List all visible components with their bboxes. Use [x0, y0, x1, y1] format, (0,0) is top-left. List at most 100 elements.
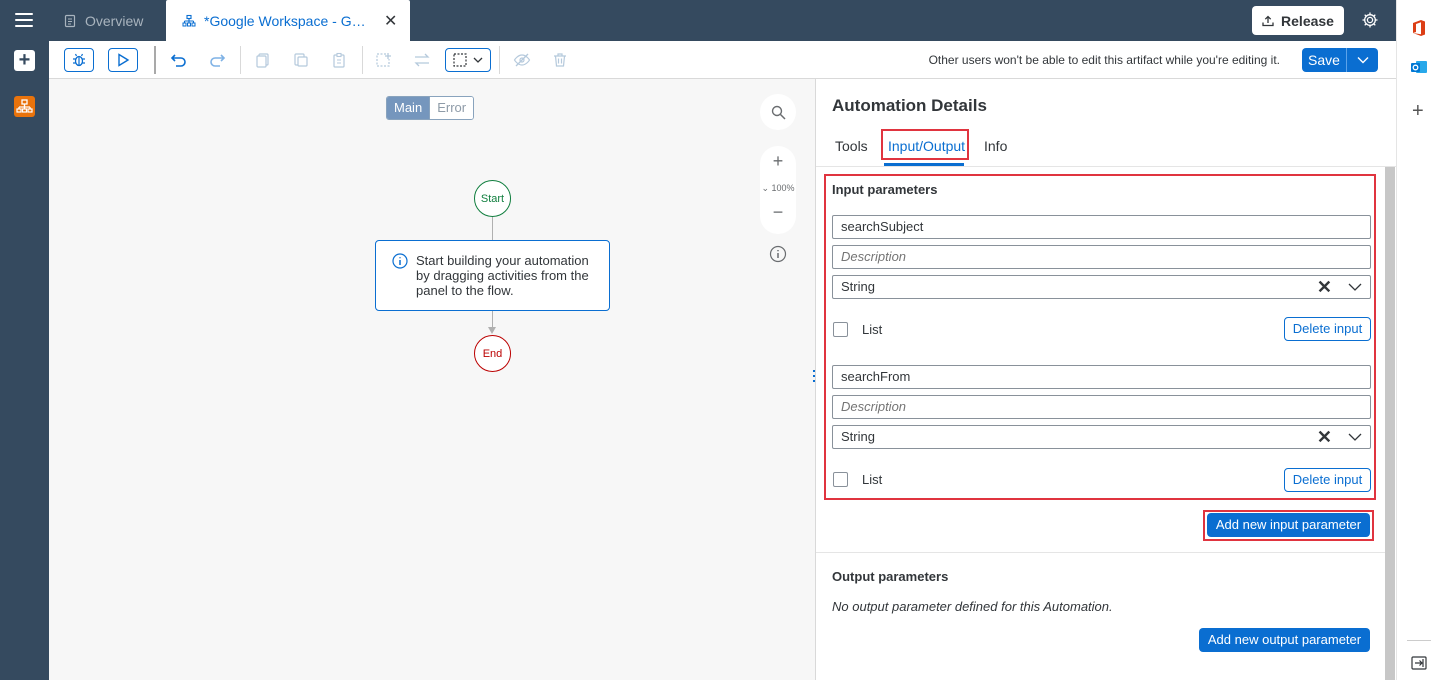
input-parameters-title: Input parameters — [832, 182, 938, 197]
list-label: List — [862, 472, 883, 487]
flow-canvas[interactable]: Main Error Start Start building your aut… — [49, 79, 815, 680]
zoom-out-icon[interactable]: − — [760, 202, 796, 223]
add-output-parameter-button[interactable]: Add new output parameter — [1199, 628, 1370, 652]
create-icon[interactable]: + — [14, 50, 35, 71]
info-icon — [392, 253, 408, 269]
list-checkbox[interactable] — [833, 322, 848, 337]
settings-gear-icon[interactable] — [1361, 11, 1379, 29]
automation-details-panel: Automation Details Tools Input/Output In… — [815, 79, 1396, 680]
selection-mode-dropdown[interactable] — [445, 48, 491, 72]
zoom-control: + ⌄ 100% − — [760, 146, 796, 234]
automation-icon — [182, 14, 196, 26]
undo-icon[interactable] — [170, 51, 188, 69]
segment-main[interactable]: Main — [387, 97, 430, 119]
hint-text: Start building your automation by draggi… — [416, 253, 589, 298]
parameter-name-input[interactable]: searchFrom — [832, 365, 1371, 389]
output-parameters-title: Output parameters — [832, 569, 949, 584]
hide-icon[interactable] — [513, 51, 531, 69]
connector-line — [492, 217, 493, 240]
swap-icon[interactable] — [413, 51, 431, 69]
release-button[interactable]: Release — [1252, 6, 1344, 35]
canvas-info-icon[interactable] — [769, 245, 787, 263]
toolbar-divider — [362, 46, 363, 74]
selected-tab-indicator — [884, 163, 964, 166]
canvas-search-button[interactable] — [760, 94, 796, 130]
parameter-description-input[interactable]: Description — [832, 245, 1371, 269]
office-add-in-strip: + — [1396, 0, 1440, 680]
tab-automation-label: *Google Workspace - Gmail Automation — [204, 12, 376, 29]
lock-message: Other users won't be able to edit this a… — [928, 53, 1280, 67]
play-icon — [118, 53, 130, 67]
outlook-icon[interactable] — [1410, 58, 1428, 76]
redo-icon[interactable] — [208, 51, 226, 69]
start-node[interactable]: Start — [474, 180, 511, 217]
start-label: Start — [480, 192, 505, 205]
debug-button[interactable] — [64, 48, 94, 72]
delete-icon[interactable] — [551, 51, 569, 69]
clear-icon[interactable]: ✕ — [1317, 276, 1332, 298]
end-node[interactable]: End — [474, 335, 511, 372]
toolbar-divider — [499, 46, 500, 74]
save-button-group: Save — [1302, 48, 1378, 72]
connector-line — [492, 311, 493, 328]
upload-icon — [1262, 15, 1274, 26]
top-bar: Overview *Google Workspace - Gmail Autom… — [49, 0, 1396, 41]
save-options-button[interactable] — [1347, 48, 1378, 72]
tab-highlight-box — [881, 129, 969, 160]
toolbar-divider — [240, 46, 241, 74]
no-output-message: No output parameter defined for this Aut… — [832, 599, 1113, 614]
parameter-type-value: String — [841, 279, 875, 294]
chevron-down-icon — [1357, 57, 1368, 64]
panel-title: Automation Details — [832, 96, 987, 115]
search-icon — [771, 105, 786, 120]
document-icon — [64, 14, 76, 27]
zoom-level-value: 100% — [771, 183, 795, 193]
connector-arrow — [488, 327, 496, 334]
section-divider — [816, 552, 1385, 553]
tab-overview-label: Overview — [85, 12, 144, 29]
tab-overview[interactable]: Overview — [63, 0, 143, 41]
delete-input-button[interactable]: Delete input — [1284, 317, 1371, 341]
editor-toolbar: Other users won't be able to edit this a… — [49, 41, 1396, 79]
tab-tools[interactable]: Tools — [835, 138, 868, 154]
empty-flow-hint: Start building your automation by draggi… — [375, 240, 610, 311]
bug-icon — [73, 53, 85, 67]
marquee-select-icon — [453, 53, 467, 67]
expand-panel-icon[interactable] — [1411, 656, 1427, 670]
paste-icon[interactable] — [330, 51, 348, 69]
parameter-type-select[interactable]: String ✕ — [832, 425, 1371, 449]
chevron-down-icon[interactable] — [1348, 282, 1362, 292]
save-label: Save — [1308, 52, 1340, 68]
parameter-type-value: String — [841, 429, 875, 444]
delete-input-button[interactable]: Delete input — [1284, 468, 1371, 492]
copy-icon[interactable] — [254, 51, 272, 69]
clear-icon[interactable]: ✕ — [1317, 426, 1332, 448]
tab-automation[interactable]: *Google Workspace - Gmail Automation ✕ — [166, 0, 410, 41]
panel-scrollbar[interactable] — [1385, 167, 1395, 680]
zoom-in-icon[interactable]: + — [760, 151, 796, 172]
toolbar-divider — [154, 46, 156, 74]
chevron-down-icon[interactable] — [1348, 432, 1362, 442]
parameter-description-input[interactable]: Description — [832, 395, 1371, 419]
close-tab-icon[interactable]: ✕ — [384, 11, 397, 31]
run-button[interactable] — [108, 48, 138, 72]
parameter-type-select[interactable]: String ✕ — [832, 275, 1371, 299]
add-group-icon[interactable] — [375, 51, 393, 69]
strip-divider — [1407, 640, 1431, 641]
parameter-name-input[interactable]: searchSubject — [832, 215, 1371, 239]
list-checkbox[interactable] — [833, 472, 848, 487]
chevron-down-icon — [473, 57, 483, 63]
office-icon[interactable] — [1410, 19, 1428, 37]
segment-error[interactable]: Error — [429, 97, 474, 119]
list-label: List — [862, 322, 883, 337]
project-icon[interactable] — [14, 96, 35, 117]
zoom-level[interactable]: ⌄ 100% — [760, 183, 796, 194]
add-app-icon[interactable]: + — [1412, 100, 1424, 123]
cut-icon[interactable] — [292, 51, 310, 69]
save-button[interactable]: Save — [1302, 48, 1347, 72]
menu-icon[interactable] — [15, 13, 33, 27]
flow-segmented-control: Main Error — [386, 96, 475, 120]
left-rail: + — [0, 0, 49, 680]
tab-info[interactable]: Info — [984, 138, 1007, 154]
add-input-parameter-button[interactable]: Add new input parameter — [1207, 513, 1370, 537]
